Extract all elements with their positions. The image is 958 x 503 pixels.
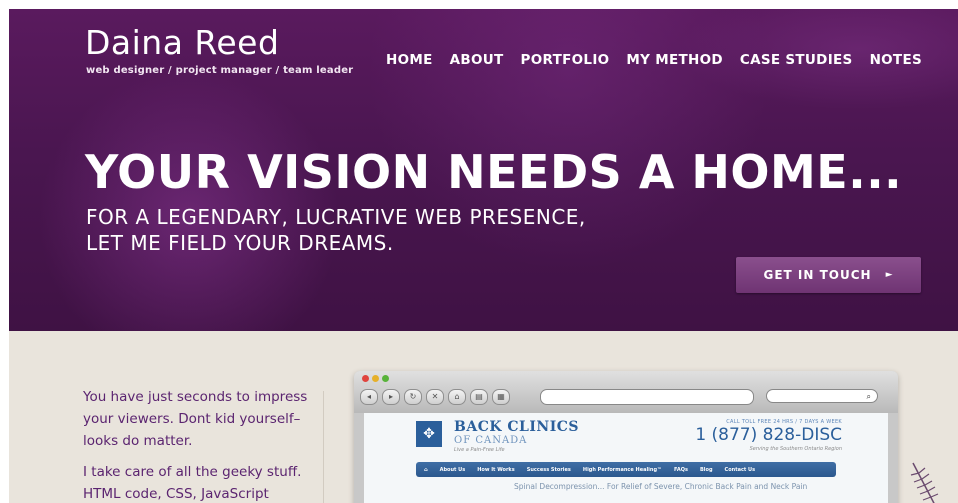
nav-about[interactable]: ABOUT xyxy=(450,52,504,68)
site-nav-item: Success Stories xyxy=(526,466,571,473)
intro-paragraph-1: You have just seconds to impress your vi… xyxy=(83,389,308,449)
hero-banner: Daina Reed web designer / project manage… xyxy=(9,9,958,331)
site-title: BACK CLINICS xyxy=(454,419,580,435)
nav-notes[interactable]: NOTES xyxy=(870,52,922,68)
nav-portfolio[interactable]: PORTFOLIO xyxy=(521,52,610,68)
site-nav-item: High Performance Healing™ xyxy=(582,466,663,473)
get-in-touch-label: GET IN TOUCH xyxy=(763,268,872,282)
hero-subline-2: LET ME FIELD YOUR DREAMS. xyxy=(86,231,394,255)
site-phone: 1 (877) 828-DISC xyxy=(695,425,842,445)
site-nav-item: Contact Us xyxy=(724,466,756,473)
content-section: You have just seconds to impress your vi… xyxy=(9,331,958,503)
site-strapline: Spinal Decompression... For Relief of Se… xyxy=(514,482,808,491)
site-nav-item: Blog xyxy=(699,466,713,473)
search-box: ⌕ xyxy=(766,389,878,403)
intro-text: You have just seconds to impress your vi… xyxy=(83,386,313,503)
feather-icon xyxy=(910,462,939,503)
window-controls xyxy=(362,375,389,382)
intro-paragraph-2: I take care of all the geeky stuff. HTML… xyxy=(83,464,302,502)
address-bar xyxy=(540,389,754,405)
play-arrow-icon: ► xyxy=(885,270,894,280)
site-home-icon: ⌂ xyxy=(424,466,428,473)
site-subtitle: OF CANADA xyxy=(454,435,528,446)
logo-tagline: web designer / project manager / team le… xyxy=(86,65,354,76)
portfolio-browser-mockup[interactable]: ◂ ▸ ↻ ✕ ⌂ ▤ ▦ ⌕ ✥ BACK CLINICS OF CANADA… xyxy=(354,371,898,503)
close-dot-icon xyxy=(362,375,369,382)
nav-case-studies[interactable]: CASE STUDIES xyxy=(740,52,853,68)
minimize-dot-icon xyxy=(372,375,379,382)
forward-icon: ▸ xyxy=(382,389,400,405)
showcased-site: ✥ BACK CLINICS OF CANADA Live a Pain-Fre… xyxy=(364,413,888,503)
back-icon: ◂ xyxy=(360,389,378,405)
main-nav: HOME ABOUT PORTFOLIO MY METHOD CASE STUD… xyxy=(386,52,922,68)
print-icon: ▦ xyxy=(492,389,510,405)
search-icon: ⌕ xyxy=(866,392,871,401)
get-in-touch-button[interactable]: GET IN TOUCH ► xyxy=(736,257,921,293)
site-tagline: Live a Pain-Free Life xyxy=(454,447,505,453)
site-nav-item: About Us xyxy=(439,466,466,473)
browser-chrome: ◂ ▸ ↻ ✕ ⌂ ▤ ▦ ⌕ xyxy=(354,371,898,413)
nav-my-method[interactable]: MY METHOD xyxy=(626,52,722,68)
vertical-divider xyxy=(323,391,324,503)
site-region: Serving the Southern Ontario Region xyxy=(749,446,842,452)
stop-icon: ✕ xyxy=(426,389,444,405)
maple-leaf-icon: ✥ xyxy=(416,421,442,447)
site-nav-item: How It Works xyxy=(477,466,515,473)
page: Daina Reed web designer / project manage… xyxy=(9,9,958,503)
logo-name[interactable]: Daina Reed xyxy=(85,23,279,62)
site-nav-item: FAQs xyxy=(674,466,688,473)
reload-icon: ↻ xyxy=(404,389,422,405)
hero-subline-1: FOR A LEGENDARY, LUCRATIVE WEB PRESENCE, xyxy=(86,205,586,229)
browser-toolbar: ◂ ▸ ↻ ✕ ⌂ ▤ ▦ xyxy=(360,389,510,405)
zoom-dot-icon xyxy=(382,375,389,382)
bookmark-icon: ▤ xyxy=(470,389,488,405)
home-icon: ⌂ xyxy=(448,389,466,405)
site-nav: ⌂ About Us How It Works Success Stories … xyxy=(416,462,836,477)
nav-home[interactable]: HOME xyxy=(386,52,433,68)
hero-headline: YOUR VISION NEEDS A HOME... xyxy=(85,145,903,199)
